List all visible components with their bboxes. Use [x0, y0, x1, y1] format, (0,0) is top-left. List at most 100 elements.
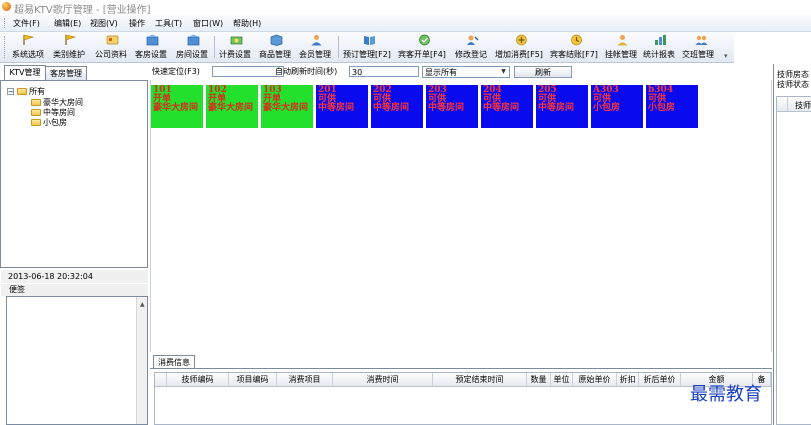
account-icon [617, 35, 628, 46]
folder-icon [31, 119, 41, 126]
room-settings-button[interactable]: 房间设置 [176, 34, 210, 61]
checkout-icon [571, 34, 582, 46]
room-tile[interactable]: A303 可供 小包房 [591, 85, 643, 128]
column-header[interactable]: 折扣 [617, 373, 639, 386]
room-tile[interactable]: 102 开单 豪华大房间 [206, 85, 258, 128]
column-header[interactable]: 折后单价 [639, 373, 681, 386]
column-header[interactable]: 预定结束时间 [433, 373, 527, 386]
folder-icon [31, 109, 41, 116]
menu-grip [4, 18, 7, 28]
technician-panel: 技师房态 技师状态 技师 [773, 64, 811, 425]
column-header[interactable]: 数量 [527, 373, 551, 386]
column-header[interactable]: 技师 [795, 100, 811, 111]
refresh-time-label: 自动刷新时间(秒) [275, 67, 338, 76]
column-header[interactable]: 消费时间 [333, 373, 433, 386]
room-tile[interactable]: 201 可供 中等房间 [316, 85, 368, 128]
menu-operation[interactable]: 操作 [129, 18, 145, 29]
row-header-cell [155, 373, 167, 386]
credit-management-button[interactable]: 挂帐管理 [605, 34, 639, 61]
menu-window[interactable]: 窗口(W) [193, 18, 223, 29]
room-icon [146, 34, 159, 46]
chevron-down-icon: ▼ [501, 68, 506, 75]
tree-collapse-icon[interactable]: − [7, 88, 14, 96]
company-info-button[interactable]: 公司资料 [95, 34, 129, 61]
memo-textarea[interactable]: ▲ [6, 296, 148, 425]
edit-icon [467, 35, 479, 45]
refresh-button[interactable]: 刷新 [514, 66, 572, 78]
card-icon [106, 35, 119, 45]
tree-item-small-room[interactable]: 小包房 [31, 117, 67, 128]
scroll-up-icon[interactable]: ▲ [140, 301, 145, 308]
column-header[interactable]: 原始单价 [573, 373, 617, 386]
menu-edit[interactable]: 编辑(E) [54, 18, 81, 29]
tree-root[interactable]: 所有 [17, 86, 45, 97]
system-options-button[interactable]: 系统选项 [12, 34, 46, 61]
shift-management-button[interactable]: 交班管理 [682, 34, 722, 61]
open-icon [419, 34, 430, 46]
folder-icon [31, 99, 41, 106]
column-header[interactable]: 单位 [551, 373, 573, 386]
room-type-tree: − 所有 豪华大房间 中等房间 小包房 [0, 80, 148, 268]
consumption-table-header: 技师编码 项目编码 消费项目 消费时间 预定结束时间 数量 单位 原始单价 折扣… [155, 373, 771, 387]
statistics-report-button[interactable]: 统计报表 [643, 34, 677, 61]
booking-management-button[interactable]: 预订管理[F2] [343, 34, 395, 61]
category-maintenance-button[interactable]: 类别维护 [53, 34, 87, 61]
row-header-cell [777, 97, 788, 111]
user-icon [311, 35, 322, 46]
consumption-table: 技师编码 项目编码 消费项目 消费时间 预定结束时间 数量 单位 原始单价 折扣… [154, 372, 772, 425]
toolbar: 系统选项 类别维护 公司资料 客房设置 房间设置 计费设置 商品管理 会员管理 … [0, 32, 734, 63]
display-filter-select[interactable]: 显示所有 ▼ [422, 66, 510, 78]
folder-icon [17, 88, 27, 95]
refresh-time-input[interactable]: 30 [349, 66, 419, 77]
room-grid: 101 开单 豪华大房间 102 开单 豪华大房间 103 开单 豪华大房间 201 可供 中等… [150, 80, 772, 352]
window-title: 超易KTV歌厅管理 - [营业操作] [14, 5, 151, 16]
technician-table: 技师 [776, 96, 811, 425]
guest-checkout-button[interactable]: 宾客结账[F7] [550, 34, 602, 61]
filter-bar: 快速定位(F3) 自动刷新时间(秒) 30 显示所有 ▼ 刷新 [150, 64, 772, 80]
menu-file[interactable]: 文件(F) [13, 18, 40, 29]
add-icon [516, 34, 527, 46]
room-tile[interactable]: 101 开单 豪华大房间 [151, 85, 203, 128]
title-bar: 超易KTV歌厅管理 - [营业操作] [0, 0, 811, 16]
tab-consumption-info[interactable]: 消费信息 [153, 355, 195, 369]
goods-management-button[interactable]: 商品管理 [259, 34, 293, 61]
room-icon [187, 34, 200, 46]
column-header[interactable]: 消费项目 [277, 373, 333, 386]
menu-bar: 文件(F) 编辑(E) 视图(V) 操作 工具(T) 窗口(W) 帮助(H) [0, 15, 811, 32]
tab-ktv-management[interactable]: KTV管理 [4, 65, 46, 80]
quick-locate-input[interactable] [212, 66, 284, 77]
tab-room-management[interactable]: 客房管理 [45, 66, 87, 80]
watermark: 最需教育 [690, 384, 762, 405]
add-consumption-button[interactable]: 增加消费[F5] [495, 34, 547, 61]
menu-help[interactable]: 帮助(H) [233, 18, 261, 29]
consumption-panel: 消费信息 技师编码 项目编码 消费项目 消费时间 预定结束时间 数量 单位 原始… [150, 352, 772, 425]
guest-open-order-button[interactable]: 宾客开单[F4] [398, 34, 450, 61]
modify-registration-button[interactable]: 修改登记 [455, 34, 491, 61]
billing-settings-button[interactable]: 计费设置 [219, 34, 253, 61]
money-icon [230, 36, 243, 45]
room-tile[interactable]: 103 开单 豪华大房间 [261, 85, 313, 128]
room-tile[interactable]: 202 可供 中等房间 [371, 85, 423, 128]
memo-scrollbar[interactable]: ▲ [136, 297, 147, 424]
technician-table-header: 技师 [777, 97, 811, 112]
menu-view[interactable]: 视图(V) [90, 18, 118, 29]
room-tile[interactable]: 203 可供 中等房间 [426, 85, 478, 128]
quick-locate-label: 快速定位(F3) [152, 67, 200, 76]
display-filter-value: 显示所有 [425, 68, 457, 77]
menu-tools[interactable]: 工具(T) [155, 18, 182, 29]
book-icon [364, 36, 375, 45]
guest-room-settings-button[interactable]: 客房设置 [135, 34, 169, 61]
toolbar-separator [214, 36, 215, 58]
toolbar-separator [338, 36, 339, 58]
room-tile[interactable]: 204 可供 中等房间 [481, 85, 533, 128]
shift-icon [695, 35, 708, 45]
column-header[interactable]: 技师编码 [167, 373, 229, 386]
app-icon [2, 2, 11, 11]
toolbar-overflow-icon[interactable]: ▾ [724, 52, 728, 60]
member-management-button[interactable]: 会员管理 [299, 34, 333, 61]
technician-status-label: 技师状态 [777, 80, 809, 89]
column-header[interactable]: 项目编码 [229, 373, 277, 386]
room-tile[interactable]: 205 可供 中等房间 [536, 85, 588, 128]
room-tile[interactable]: b304 可供 小包房 [646, 85, 698, 128]
tab-strip: KTV管理 客房管理 [0, 64, 150, 80]
